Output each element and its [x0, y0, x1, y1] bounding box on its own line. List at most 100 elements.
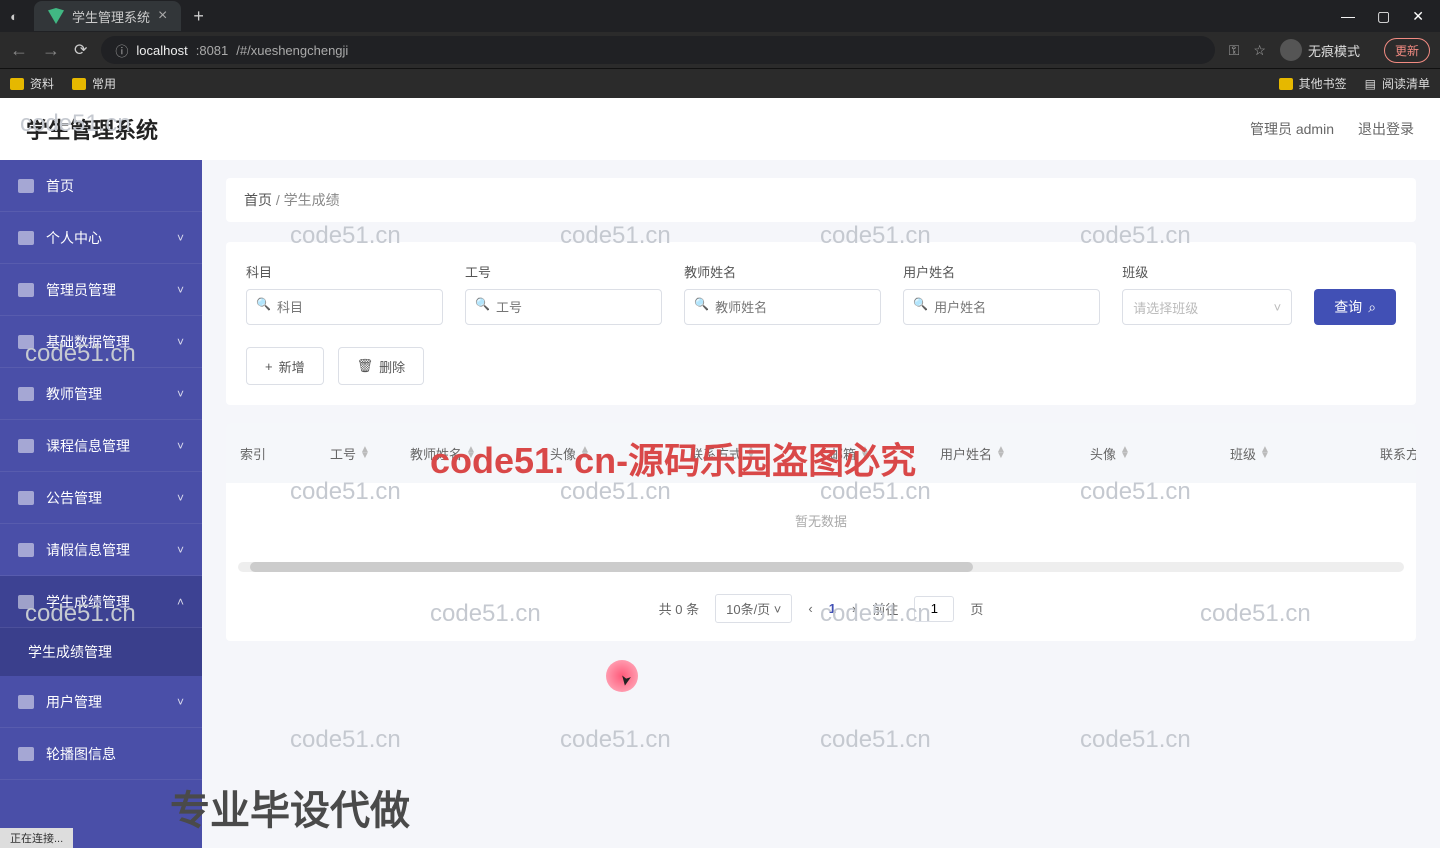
page-prev[interactable]: ‹	[808, 601, 812, 616]
sidebar-item-course[interactable]: 课程信息管理˅	[0, 420, 202, 472]
reading-list[interactable]: ▤阅读清单	[1365, 75, 1430, 92]
sort-icon[interactable]: ▲▼	[1120, 447, 1130, 459]
th-avatar1[interactable]: 头像▲▼	[536, 444, 676, 463]
cursor-highlight	[606, 660, 638, 692]
sort-icon[interactable]: ▲▼	[466, 447, 476, 459]
filter-input-teacher[interactable]	[684, 289, 881, 325]
th-avatar2[interactable]: 头像▲▼	[1076, 444, 1216, 463]
update-button[interactable]: 更新	[1384, 38, 1430, 63]
breadcrumb: 首页 / 学生成绩	[226, 178, 1416, 222]
filter-label-subject: 科目	[246, 262, 443, 281]
incognito-indicator: 无痕模式	[1280, 39, 1360, 61]
url-host: localhost	[136, 43, 187, 58]
chevron-down-icon: ˅	[177, 387, 184, 401]
nav-back-icon[interactable]: ←	[10, 40, 28, 61]
query-button[interactable]: 查询⌕	[1314, 289, 1396, 325]
window-minimize-icon[interactable]: —	[1341, 8, 1355, 25]
breadcrumb-current: 学生成绩	[284, 192, 340, 208]
other-bookmarks[interactable]: 其他书签	[1279, 75, 1347, 92]
sidebar-item-carousel[interactable]: 轮播图信息	[0, 728, 202, 780]
filter-label-username: 用户姓名	[903, 262, 1100, 281]
filter-label-class: 班级	[1122, 262, 1292, 281]
browser-tab-bar: ◐ 学生管理系统 × + — ▢ ✕	[0, 0, 1440, 32]
browser-tab[interactable]: 学生管理系统 ×	[34, 1, 181, 31]
sidebar-item-basedata[interactable]: 基础数据管理˅	[0, 316, 202, 368]
scrollbar-thumb[interactable]	[250, 562, 973, 572]
new-tab-button[interactable]: +	[193, 6, 204, 27]
sidebar-item-leave[interactable]: 请假信息管理˅	[0, 524, 202, 576]
delete-button[interactable]: 🗑删除	[338, 347, 425, 385]
current-user[interactable]: 管理员 admin	[1250, 119, 1334, 139]
sidebar-item-grades[interactable]: 学生成绩管理˄	[0, 576, 202, 628]
table-empty: 暂无数据	[226, 483, 1416, 558]
sidebar-item-notice[interactable]: 公告管理˅	[0, 472, 202, 524]
grades-icon	[18, 595, 34, 609]
home-icon	[18, 179, 34, 193]
page-size-select[interactable]: 10条/页 ˅	[715, 594, 792, 623]
chevron-down-icon: ˅	[177, 283, 184, 297]
filter-label-jobno: 工号	[465, 262, 662, 281]
pagination-total: 共 0 条	[659, 599, 699, 618]
bookmark-folder-1[interactable]: 资料	[10, 75, 54, 92]
breadcrumb-home[interactable]: 首页	[244, 192, 272, 208]
filter-input-username[interactable]	[903, 289, 1100, 325]
window-maximize-icon[interactable]: ▢	[1377, 8, 1390, 25]
add-button[interactable]: +新增	[246, 347, 324, 385]
sort-icon[interactable]: ▲▼	[580, 447, 590, 459]
chevron-down-icon: ˅	[177, 335, 184, 349]
sidebar-item-home[interactable]: 首页	[0, 160, 202, 212]
sort-icon[interactable]: ▲▼	[996, 447, 1006, 459]
chevron-down-icon: ˅	[177, 543, 184, 557]
sort-icon[interactable]: ▲▼	[746, 447, 756, 459]
th-index[interactable]: 索引	[226, 444, 316, 463]
sidebar-item-teacher[interactable]: 教师管理˅	[0, 368, 202, 420]
users-icon	[18, 695, 34, 709]
close-tab-icon[interactable]: ×	[158, 7, 167, 25]
leave-icon	[18, 543, 34, 557]
sidebar-item-profile[interactable]: 个人中心˅	[0, 212, 202, 264]
chevron-up-icon: ˄	[177, 595, 184, 609]
reload-icon[interactable]: ⟳	[74, 40, 87, 60]
sort-icon[interactable]: ▲▼	[1260, 447, 1270, 459]
th-phone1[interactable]: 联系方式▲▼	[676, 444, 816, 463]
url-input[interactable]: ⓘ localhost:8081/#/xueshengchengji	[101, 36, 1214, 64]
sidebar: 首页 个人中心˅ 管理员管理˅ 基础数据管理˅ 教师管理˅ 课程信息管理˅ 公告…	[0, 160, 202, 848]
horizontal-scrollbar[interactable]	[238, 562, 1404, 572]
filter-input-jobno[interactable]	[465, 289, 662, 325]
bookmark-star-icon[interactable]: ☆	[1253, 42, 1266, 59]
carousel-icon	[18, 747, 34, 761]
sidebar-subitem-grades-manage[interactable]: 学生成绩管理	[0, 628, 202, 676]
th-teacher[interactable]: 教师姓名▲▼	[396, 444, 536, 463]
watermark-bottom: 专业毕设代做	[170, 778, 410, 836]
status-bar: 正在连接...	[0, 828, 73, 848]
sort-icon[interactable]: ▲▼	[360, 447, 370, 459]
notice-icon	[18, 491, 34, 505]
data-table: 索引 工号▲▼ 教师姓名▲▼ 头像▲▼ 联系方式▲▼ 邮箱▲▼ 用户姓名▲▼ 头…	[226, 423, 1416, 641]
th-email[interactable]: 邮箱▲▼	[816, 444, 926, 463]
bookmark-bar: 资料 常用 其他书签 ▤阅读清单	[0, 68, 1440, 98]
address-bar: ← → ⟳ ⓘ localhost:8081/#/xueshengchengji…	[0, 32, 1440, 68]
bookmark-folder-2[interactable]: 常用	[72, 75, 116, 92]
list-icon: ▤	[1365, 77, 1376, 91]
th-phone2[interactable]: 联系方式	[1366, 444, 1416, 463]
chevron-down-icon: ˅	[177, 491, 184, 505]
th-jobno[interactable]: 工号▲▼	[316, 444, 396, 463]
filter-input-subject[interactable]	[246, 289, 443, 325]
page-next[interactable]: ›	[852, 601, 856, 616]
folder-icon	[10, 78, 24, 90]
page-number[interactable]: 1	[829, 601, 836, 616]
nav-forward-icon[interactable]: →	[42, 40, 60, 61]
key-icon[interactable]: ⚿	[1229, 42, 1240, 59]
sort-icon[interactable]: ▲▼	[860, 447, 870, 459]
th-username[interactable]: 用户姓名▲▼	[926, 444, 1076, 463]
filter-select-class[interactable]: 请选择班级˅	[1122, 289, 1292, 325]
user-icon	[18, 231, 34, 245]
admin-icon	[18, 283, 34, 297]
logout-button[interactable]: 退出登录	[1358, 119, 1414, 139]
sidebar-item-usermgmt[interactable]: 用户管理˅	[0, 676, 202, 728]
sidebar-item-admin[interactable]: 管理员管理˅	[0, 264, 202, 316]
window-close-icon[interactable]: ✕	[1412, 8, 1424, 25]
table-header: 索引 工号▲▼ 教师姓名▲▼ 头像▲▼ 联系方式▲▼ 邮箱▲▼ 用户姓名▲▼ 头…	[226, 423, 1416, 483]
page-goto-input[interactable]	[914, 596, 954, 622]
th-class[interactable]: 班级▲▼	[1216, 444, 1366, 463]
